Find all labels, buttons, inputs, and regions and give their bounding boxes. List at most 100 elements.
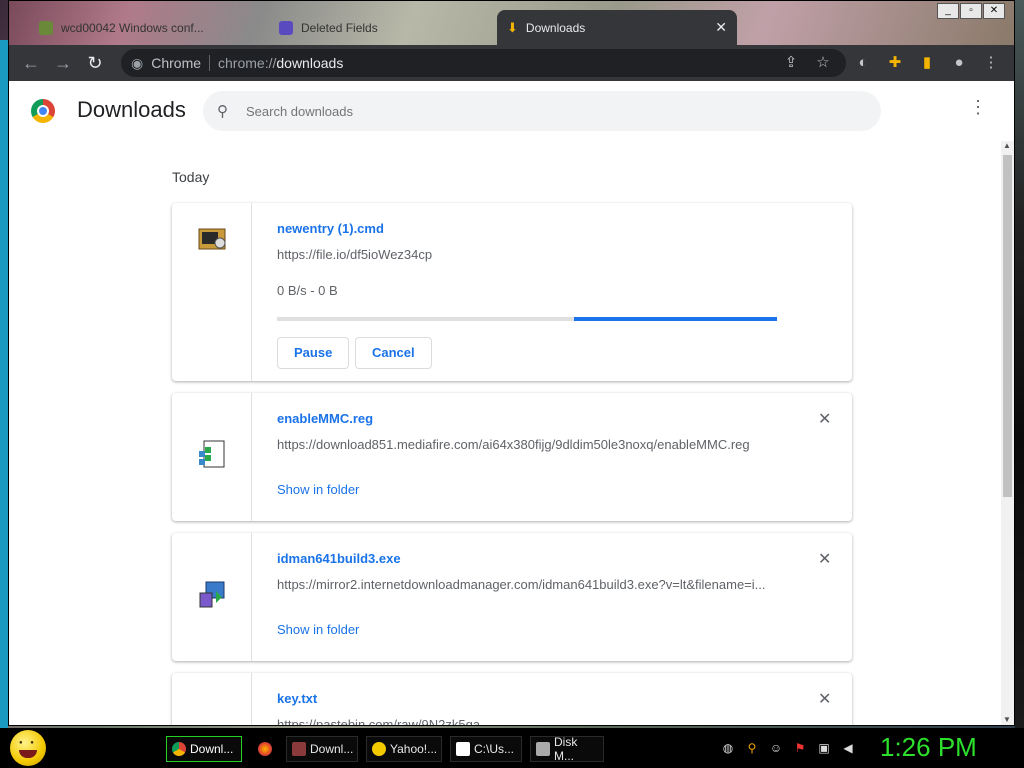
7zip-icon (456, 742, 470, 756)
download-item: idman641build3.exe ✕ https://mirror2.int… (172, 533, 852, 661)
download-icon: ⬇ (507, 19, 518, 35)
tab-strip: wcd00042 Windows conf... Deleted Fields … (9, 1, 1014, 45)
taskbar-item-disk-management[interactable]: Disk M... (530, 735, 604, 763)
taskbar-label: Yahoo!... (390, 742, 438, 756)
maximize-button[interactable]: ▫ (960, 3, 982, 19)
network-tray-icon[interactable]: ▣ (816, 740, 832, 756)
scroll-up-arrow-icon[interactable]: ▲ (1003, 141, 1011, 150)
search-box[interactable]: ⚲ (203, 91, 881, 131)
tab-windows-config[interactable]: wcd00042 Windows conf... (29, 10, 259, 45)
reload-icon[interactable]: ↻ (85, 53, 105, 73)
minimize-button[interactable]: _ (937, 3, 959, 19)
volume-icon[interactable]: ◀ (840, 740, 856, 756)
taskbar-item-chrome[interactable]: Downl... (166, 736, 242, 762)
download-filename[interactable]: idman641build3.exe (277, 551, 401, 566)
download-url[interactable]: https://pastebin.com/raw/9N2zk5ga (277, 717, 777, 725)
progress-fill (574, 317, 777, 321)
taskbar-item-yahoo[interactable]: Yahoo!... (366, 736, 442, 762)
messenger-tray-icon[interactable]: ☺ (768, 740, 784, 756)
tab-deleted-fields[interactable]: Deleted Fields (269, 10, 489, 45)
url-path: downloads (276, 55, 344, 71)
search-icon: ⚲ (217, 103, 228, 120)
tab-label: Downloads (525, 20, 586, 35)
address-url: chrome://downloads (218, 55, 343, 71)
download-url[interactable]: https://mirror2.internetdownloadmanager.… (277, 577, 777, 592)
pause-button[interactable]: Pause (277, 337, 350, 369)
installer-file-icon (199, 581, 225, 608)
address-separator (209, 55, 211, 71)
taskbar-label: Downl... (190, 742, 234, 756)
downloads-header: Downloads ⚲ ⋮ (9, 81, 1014, 141)
cancel-button[interactable]: Cancel (355, 337, 432, 369)
show-in-folder-link[interactable]: Show in folder (277, 482, 359, 497)
bookmark-star-icon[interactable]: ☆ (813, 53, 833, 73)
back-arrow-icon[interactable]: ← (21, 53, 41, 73)
yahoo-icon (372, 742, 386, 756)
file-icon-column (172, 673, 252, 725)
side-panel-icon[interactable]: ▮ (917, 53, 937, 73)
download-speed: 0 B/s - 0 B (277, 283, 338, 298)
tab-label: Deleted Fields (301, 20, 378, 35)
download-item: newentry (1).cmd https://file.io/df5ioWe… (172, 203, 852, 381)
downloads-page: Downloads ⚲ ⋮ ▲ ▼ Today newentry (1).cmd (9, 81, 1014, 725)
page-favicon-icon (279, 20, 293, 35)
remove-item-icon[interactable]: ✕ (818, 689, 831, 709)
taskbar-item-downloads-folder[interactable]: Downl... (286, 736, 358, 762)
folder-icon (292, 742, 306, 756)
forward-arrow-icon[interactable]: → (53, 53, 73, 73)
browser-window: wcd00042 Windows conf... Deleted Fields … (8, 0, 1015, 726)
download-item: enableMMC.reg ✕ https://download851.medi… (172, 393, 852, 521)
remove-item-icon[interactable]: ✕ (818, 549, 831, 569)
search-input[interactable] (246, 103, 746, 119)
tab-label: wcd00042 Windows conf... (61, 20, 204, 35)
close-window-button[interactable]: ✕ (983, 3, 1005, 19)
registry-file-icon (199, 440, 225, 468)
flag-tray-icon[interactable]: ⚑ (792, 740, 808, 756)
chrome-icon (172, 742, 186, 756)
profile-avatar-icon[interactable]: ● (949, 53, 969, 73)
tab-downloads[interactable]: ⬇ Downloads ✕ (497, 10, 737, 45)
chrome-page-icon: ◉ (131, 54, 144, 71)
download-filename[interactable]: enableMMC.reg (277, 411, 373, 426)
download-item: key.txt ✕ https://pastebin.com/raw/9N2zk… (172, 673, 852, 725)
extension-flag-icon[interactable]: ◐ (853, 53, 873, 73)
download-url[interactable]: https://file.io/df5ioWez34cp (277, 247, 777, 262)
taskbar-label: Disk M... (554, 735, 578, 763)
search-tray-icon[interactable]: ⚲ (744, 740, 760, 756)
taskbar-item-firefox[interactable] (252, 736, 280, 762)
close-tab-icon[interactable]: ✕ (715, 19, 727, 36)
cmd-file-icon (198, 228, 226, 250)
section-label-today: Today (172, 169, 210, 185)
start-button[interactable] (10, 730, 46, 766)
scroll-down-arrow-icon[interactable]: ▼ (1003, 715, 1011, 724)
more-options-icon[interactable]: ⋮ (969, 97, 987, 118)
taskbar-label: C:\Us... (474, 742, 515, 756)
page-favicon-icon (39, 20, 53, 35)
remove-item-icon[interactable]: ✕ (818, 409, 831, 429)
taskbar-clock: 1:26 PM (880, 732, 977, 762)
address-bar[interactable]: ◉ Chrome chrome://downloads (121, 49, 846, 77)
network-globe-icon[interactable]: ◍ (720, 740, 736, 756)
address-site-label: Chrome (151, 55, 202, 71)
firefox-icon (258, 742, 272, 756)
background-window-edge (1015, 0, 1024, 728)
file-icon-column (172, 203, 252, 381)
share-icon[interactable]: ⇪ (781, 53, 801, 73)
scrollbar[interactable]: ▲ ▼ (1001, 141, 1014, 725)
disk-icon (536, 742, 550, 756)
download-url[interactable]: https://download851.mediafire.com/ai64x3… (277, 437, 817, 452)
chrome-logo-icon (31, 99, 55, 123)
desktop-edge (0, 40, 8, 728)
url-prefix: chrome:// (218, 55, 277, 71)
page-title: Downloads (77, 97, 186, 122)
extensions-puzzle-icon[interactable]: ✚ (885, 53, 905, 73)
show-in-folder-link[interactable]: Show in folder (277, 622, 359, 637)
taskbar-item-7zip[interactable]: C:\Us... (450, 736, 522, 762)
scrollbar-thumb[interactable] (1003, 155, 1012, 497)
chrome-menu-icon[interactable]: ⋮ (981, 53, 1001, 73)
taskbar-label: Downl... (310, 742, 354, 756)
download-filename[interactable]: key.txt (277, 691, 317, 706)
browser-toolbar: ← → ↻ ◉ Chrome chrome://downloads ⇪ ☆ ◐ … (9, 45, 1014, 81)
download-filename[interactable]: newentry (1).cmd (277, 221, 384, 236)
download-progress-bar (277, 317, 777, 321)
